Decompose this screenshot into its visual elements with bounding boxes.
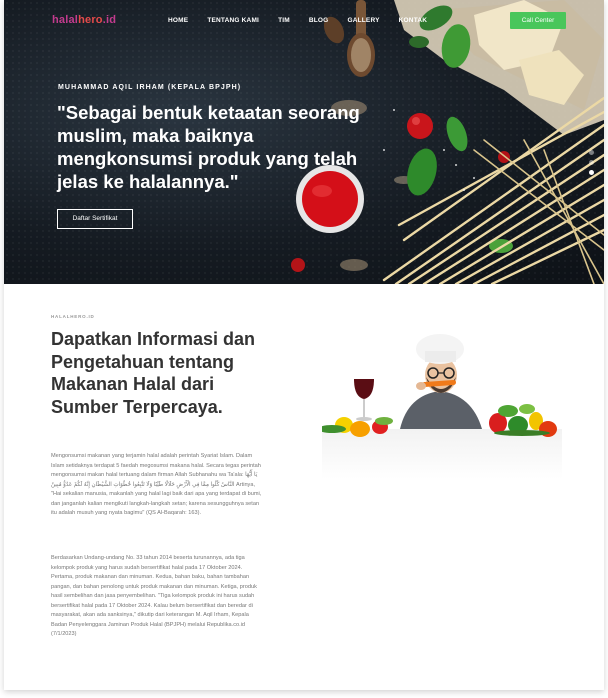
call-center-button[interactable]: Call Center xyxy=(510,12,566,29)
slider-dot-3[interactable] xyxy=(589,170,594,175)
brand-logo[interactable]: halalhero.id xyxy=(52,14,116,26)
slider-pagination xyxy=(589,150,594,175)
nav-item-blog[interactable]: BLOG xyxy=(309,17,329,24)
hero-quote: "Sebagai bentuk ketaatan seorang muslim,… xyxy=(57,102,360,192)
brand-logo-part3: .id xyxy=(102,14,117,26)
nav-item-gallery[interactable]: GALLERY xyxy=(347,17,379,24)
page-frame: halalhero.id HOME TENTANG KAMI TIM BLOG … xyxy=(4,0,604,690)
hero-slider: halalhero.id HOME TENTANG KAMI TIM BLOG … xyxy=(4,0,604,284)
nav-item-tentang-kami[interactable]: TENTANG KAMI xyxy=(207,17,259,24)
about-paragraph-1: Mengonsumsi makanan yang terjamin halal … xyxy=(51,453,262,516)
about-paragraph-2: Berdasarkan Undang-undang No. 33 tahun 2… xyxy=(51,555,257,637)
top-navbar: halalhero.id HOME TENTANG KAMI TIM BLOG … xyxy=(4,0,604,40)
section-heading: Dapatkan Informasi dan Pengetahuan tenta… xyxy=(51,329,256,417)
hero-caption: MUHAMMAD AQIL IRHAM (KEPALA BPJPH) xyxy=(58,84,242,91)
about-section: HALALHERO.ID Dapatkan Informasi dan Peng… xyxy=(4,284,604,690)
brand-logo-part2: hero xyxy=(78,14,103,26)
brand-logo-part1: halal xyxy=(52,14,79,26)
nav-item-tim[interactable]: TIM xyxy=(278,17,290,24)
slider-dot-1[interactable] xyxy=(589,150,594,155)
slider-dot-2[interactable] xyxy=(589,160,594,165)
main-menu: HOME TENTANG KAMI TIM BLOG GALLERY KONTA… xyxy=(168,17,427,24)
nav-item-home[interactable]: HOME xyxy=(168,17,188,24)
nav-item-kontak[interactable]: KONTAK xyxy=(399,17,428,24)
section-eyebrow: HALALHERO.ID xyxy=(51,314,95,319)
chef-illustration xyxy=(322,334,562,479)
register-certificate-button[interactable]: Daftar Sertifikat xyxy=(57,209,133,229)
